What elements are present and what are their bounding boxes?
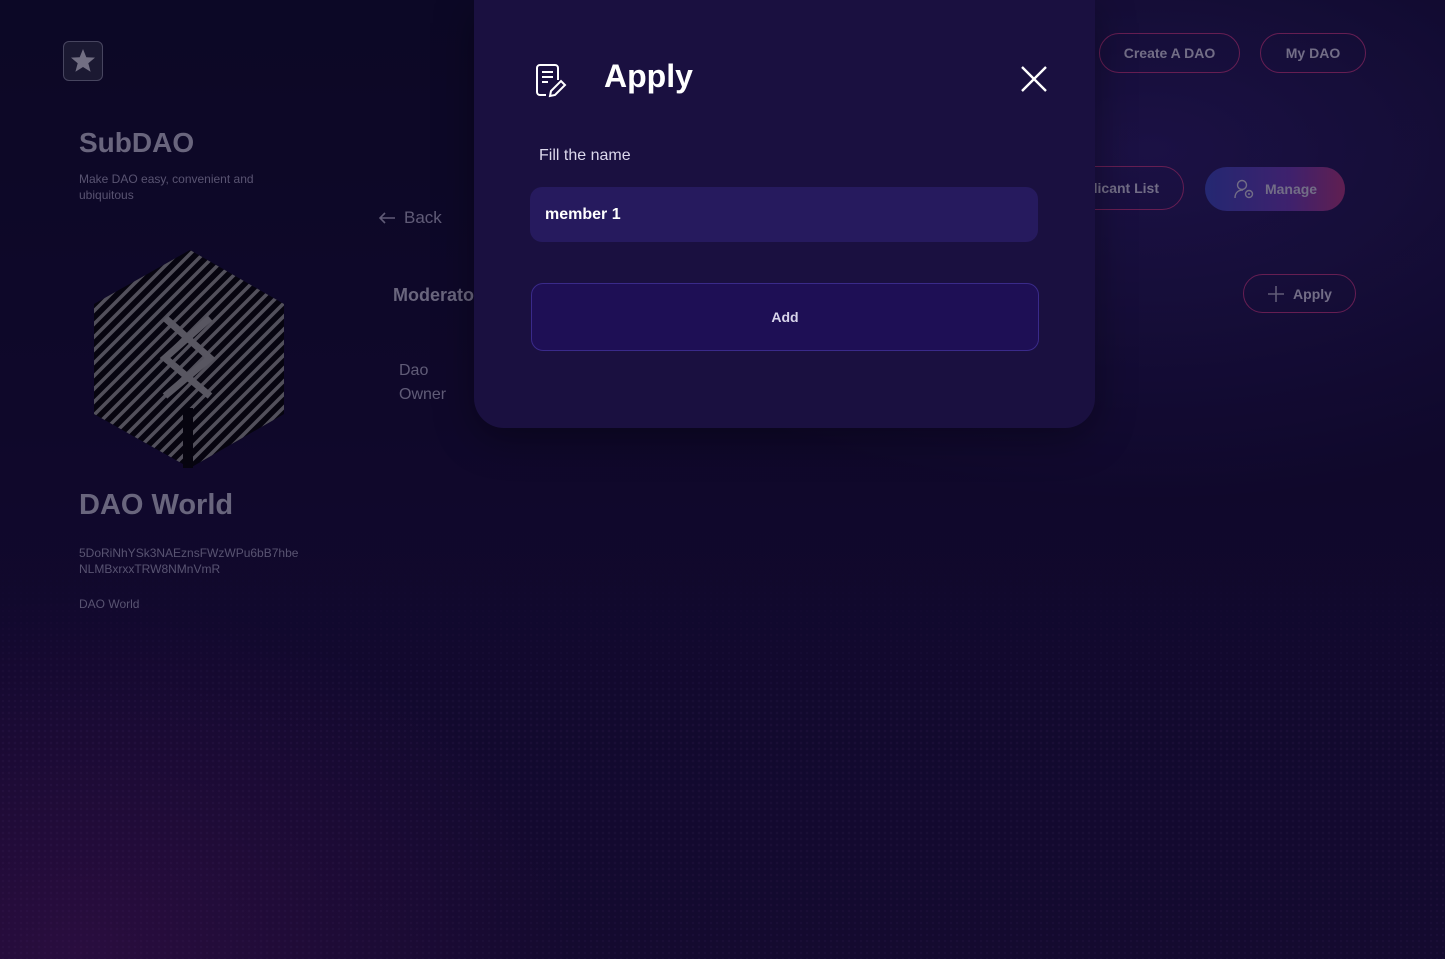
name-field-label: Fill the name <box>539 147 631 164</box>
add-button[interactable]: Add <box>531 283 1039 351</box>
name-input[interactable] <box>530 187 1038 242</box>
modal-title: Apply <box>604 58 693 94</box>
close-icon[interactable] <box>1019 64 1049 94</box>
edit-document-icon <box>534 62 568 105</box>
add-label: Add <box>771 309 799 325</box>
apply-modal: Apply Fill the name Add <box>474 0 1095 428</box>
